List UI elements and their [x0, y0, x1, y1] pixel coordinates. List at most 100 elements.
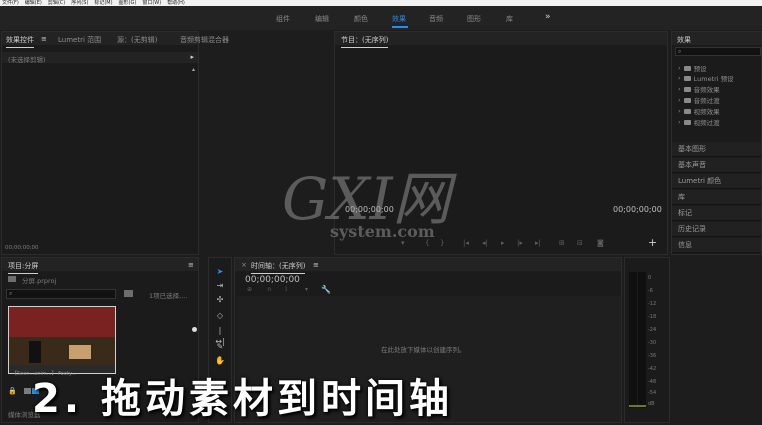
project-file-icon — [8, 276, 16, 282]
workspace-tab-graphics[interactable]: 图形 — [467, 14, 481, 24]
effects-tree-video-effects[interactable]: › 视频效果 — [678, 106, 720, 116]
meter-scale-label: -18 — [648, 314, 657, 320]
section-lumetri-color[interactable]: Lumetri 颜色 — [672, 174, 761, 189]
clip-header-row: (未选择剪辑) ▸ — [2, 52, 198, 64]
button-editor-icon[interactable]: + — [648, 236, 657, 249]
section-essential-sound[interactable]: 基本声音 — [672, 158, 761, 173]
selection-tool-icon[interactable]: ➤ — [214, 266, 226, 277]
play-icon[interactable]: ▸ — [501, 239, 505, 247]
mark-out-icon[interactable]: } — [440, 239, 444, 247]
effects-search-input[interactable]: ⌕ — [675, 47, 761, 56]
linked-selection-icon[interactable]: ⟟ — [285, 286, 287, 294]
meter-scale-label: -24 — [648, 327, 657, 333]
meter-scale-label: -30 — [648, 340, 657, 346]
menu-icon[interactable]: ≡ — [41, 35, 47, 43]
tab-source[interactable]: 源：(无剪辑) — [117, 35, 157, 45]
tab-effect-controls[interactable]: 效果控件 — [6, 35, 34, 48]
workspace-tab-audio[interactable]: 音频 — [429, 14, 443, 24]
effects-panel-title[interactable]: 效果 — [677, 35, 691, 48]
workspace-tab-assembly[interactable]: 组件 — [276, 14, 290, 24]
snap-icon[interactable]: ∩ — [267, 286, 271, 293]
go-to-out-icon[interactable]: ▸| — [535, 239, 541, 247]
meter-scale-label: -12 — [648, 301, 657, 307]
section-info[interactable]: 信息 — [672, 238, 761, 253]
effect-controls-timecode: 00;00;00;00 — [5, 245, 39, 251]
pen-tool-icon[interactable]: ✎ — [214, 341, 226, 352]
workspace-tab-color[interactable]: 颜色 — [354, 14, 368, 24]
timeline-panel-header: × 时间轴：(无序列) ≡ — [235, 258, 621, 274]
extract-icon[interactable]: ⊟ — [577, 239, 583, 247]
tutorial-caption: 2. 拖动素材到时间轴 — [32, 376, 453, 422]
project-menu-icon[interactable]: ≡ — [188, 261, 194, 269]
slip-tool-icon[interactable]: |↔| — [214, 325, 226, 346]
tab-audio-clip-mixer[interactable]: 音频剪辑混合器 — [180, 35, 229, 45]
section-essential-graphics[interactable]: 基本图形 — [672, 142, 761, 157]
timeline-panel-title[interactable]: 时间轴：(无序列) — [251, 261, 306, 274]
zoom-slider-handle[interactable] — [192, 327, 197, 332]
project-file-name: 分屏.prproj — [22, 277, 57, 285]
nest-toggle-icon[interactable]: ⊕ — [247, 286, 252, 293]
meter-scale-label: -36 — [648, 353, 657, 359]
add-marker-icon[interactable]: ▾ — [305, 286, 308, 293]
step-forward-icon[interactable]: |▸ — [517, 239, 523, 247]
tab-lumetri-scopes[interactable]: Lumetri 范围 — [58, 35, 101, 45]
folder-icon — [683, 65, 691, 71]
no-clip-label: (未选择剪辑) — [8, 56, 46, 64]
effects-panel-header: 效果 — [672, 32, 761, 48]
project-panel-title[interactable]: 项目:分屏 — [8, 261, 39, 274]
workspace-tab-effects[interactable]: 效果 — [392, 14, 406, 24]
track-select-tool-icon[interactable]: ⇥ — [214, 280, 226, 291]
wrench-icon[interactable]: 🔧 — [321, 285, 331, 294]
section-history[interactable]: 历史记录 — [672, 222, 761, 237]
lock-icon[interactable]: 🔒 — [8, 387, 17, 395]
selection-status: 1项已选择,... — [149, 292, 188, 300]
list-view-icon[interactable] — [24, 388, 31, 394]
folder-icon — [683, 97, 691, 103]
meter-scale-label: 0 — [648, 275, 652, 281]
watermark-domain: system.com — [330, 222, 435, 241]
expand-arrow-icon[interactable]: ▸ — [190, 53, 194, 61]
program-monitor-title[interactable]: 节目：(无序列) — [341, 35, 389, 48]
project-search-input[interactable]: ⌕ — [6, 289, 116, 299]
new-bin-icon[interactable] — [124, 290, 133, 297]
folder-icon — [683, 108, 691, 114]
razor-tool-icon[interactable]: ◇ — [214, 310, 226, 321]
search-icon: ⌕ — [678, 48, 682, 55]
workspace-tab-libraries[interactable]: 库 — [506, 14, 513, 24]
program-monitor-header: 节目：(无序列) — [335, 32, 667, 48]
export-frame-icon[interactable]: ◙ — [597, 239, 604, 247]
effects-tree-presets[interactable]: › 预设 — [678, 63, 707, 73]
ripple-edit-tool-icon[interactable]: ✣ — [214, 294, 226, 305]
timeline-timecode[interactable]: 00;00;00;00 — [245, 275, 300, 285]
scroll-up-icon[interactable]: ▴ — [192, 66, 195, 73]
meter-scale-label: -54 — [648, 390, 657, 396]
meter-right-channel — [638, 272, 646, 408]
workspace-bar: 组件 编辑 颜色 效果 音频 图形 库 » — [0, 6, 762, 30]
timeline-drop-hint: 在此处放下媒体以创建序列。 — [381, 346, 466, 354]
search-icon: ⌕ — [9, 290, 13, 297]
hand-tool-icon[interactable]: ✋ — [214, 355, 226, 366]
meter-left-channel — [629, 272, 637, 408]
timeline-menu-icon[interactable]: ≡ — [313, 261, 319, 269]
watermark-logo: GXI网 — [282, 165, 451, 233]
effects-tree-video-transitions[interactable]: › 视频过渡 — [678, 117, 720, 127]
go-to-in-icon[interactable]: |◂ — [463, 239, 469, 247]
section-markers[interactable]: 标记 — [672, 206, 761, 221]
workspace-tab-editing[interactable]: 编辑 — [315, 14, 329, 24]
effect-controls-panel: 效果控件 ≡ Lumetri 范围 源：(无剪辑) 音频剪辑混合器 (未选择剪辑… — [1, 31, 229, 255]
effects-tree-audio-effects[interactable]: › 音频效果 — [678, 84, 720, 94]
effects-panel: 效果 ⌕ › 预设 › Lumetri 预设 › 音频效果 › 音频过渡 › 视频效果 ›… — [671, 31, 762, 255]
folder-icon — [683, 75, 691, 81]
folder-icon — [683, 119, 691, 125]
meter-floor-indicator — [629, 405, 646, 407]
more-workspaces-button[interactable]: » — [545, 12, 551, 22]
close-icon[interactable]: × — [241, 261, 247, 269]
effects-tree-audio-transitions[interactable]: › 音频过渡 — [678, 95, 720, 105]
effects-tree-lumetri-presets[interactable]: › Lumetri 预设 — [678, 73, 734, 83]
step-back-icon[interactable]: ◂| — [482, 239, 488, 247]
lift-icon[interactable]: ⊞ — [559, 239, 565, 247]
folder-icon — [683, 86, 691, 92]
section-libraries[interactable]: 库 — [672, 190, 761, 205]
meter-scale-label: -48 — [648, 379, 657, 385]
clip-thumbnail[interactable] — [8, 306, 116, 374]
